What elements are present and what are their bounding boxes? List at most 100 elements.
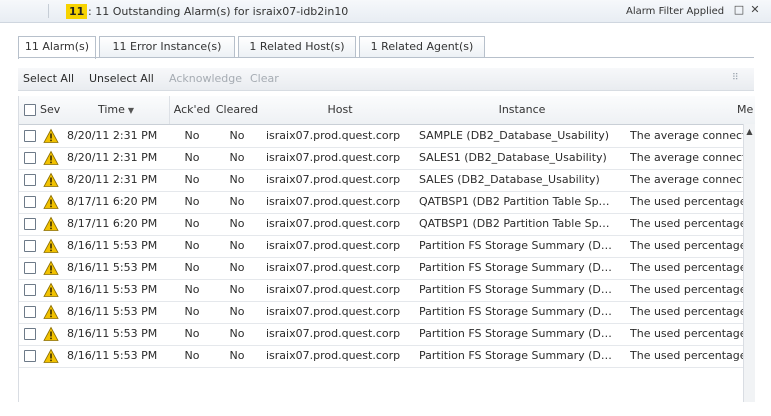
column-header-message[interactable]: Me [737,96,755,124]
table-row[interactable]: 8/16/11 5:53 PM No No israix07.prod.quest.c… [19,345,755,368]
tab-alarms[interactable]: 11 Alarm(s) [18,36,96,59]
table-row[interactable]: 8/16/11 5:53 PM No No israix07.prod.quest.c… [19,235,755,258]
host-cell: israix07.prod.quest.corp [266,261,401,274]
tab-label: 1 Related Agent(s) [370,40,474,53]
alarm-table: Sev Time ▼ Ack'ed Cleared Host Instance M… [18,96,755,402]
host-cell: israix07.prod.quest.corp [266,239,401,252]
window-title: : 11 Outstanding Alarm(s) for israix07-i… [88,5,349,18]
warning-triangle-icon [43,348,59,363]
clear-button[interactable]: Clear [250,72,279,86]
unselect-all-button[interactable]: Unselect All [89,72,154,86]
table-row[interactable]: 8/17/11 6:20 PM No No israix07.prod.quest.c… [19,213,755,236]
acked-cell: No [184,261,200,274]
tab-related-agents[interactable]: 1 Related Agent(s) [359,36,485,57]
table-row[interactable]: 8/20/11 2:31 PM No No israix07.prod.quest.c… [19,125,755,148]
column-header-acked[interactable]: Ack'ed [171,96,213,124]
cleared-cell: No [229,349,245,362]
warning-triangle-icon [43,304,59,319]
time-cell: 8/17/11 6:20 PM [67,195,158,208]
vertical-scrollbar[interactable]: ▲ [743,124,755,402]
message-cell: The used percentage [630,261,744,274]
alarm-count-badge: 11 [66,4,88,19]
cleared-cell: No [229,173,245,186]
warning-triangle-icon [43,326,59,341]
table-row[interactable]: 8/16/11 5:53 PM No No israix07.prod.quest.c… [19,323,755,346]
host-cell: israix07.prod.quest.corp [266,217,401,230]
instance-cell: Partition FS Storage Summary (D… [419,327,612,340]
instance-cell: QATBSP1 (DB2 Partition Table Sp… [419,217,610,230]
message-cell: The used percentage [630,195,744,208]
column-header-sev[interactable]: Sev [40,96,60,124]
alarm-toolbar: Select All Unselect All Acknowledge Clea… [18,68,754,91]
host-cell: israix07.prod.quest.corp [266,129,401,142]
warning-triangle-icon [43,238,59,253]
column-header-cleared[interactable]: Cleared [213,96,261,124]
host-cell: israix07.prod.quest.corp [266,195,401,208]
row-checkbox[interactable] [24,328,36,340]
time-cell: 8/20/11 2:31 PM [67,173,158,186]
tab-related-hosts[interactable]: 1 Related Host(s) [238,36,356,57]
warning-triangle-icon [43,282,59,297]
host-cell: israix07.prod.quest.corp [266,305,401,318]
tab-label: 11 Alarm(s) [24,40,90,53]
row-checkbox[interactable] [24,306,36,318]
time-cell: 8/20/11 2:31 PM [67,151,158,164]
row-checkbox[interactable] [24,218,36,230]
select-all-button[interactable]: Select All [23,72,74,86]
host-cell: israix07.prod.quest.corp [266,173,401,186]
instance-cell: QATBSP1 (DB2 Partition Table Sp… [419,195,610,208]
host-cell: israix07.prod.quest.corp [266,349,401,362]
acked-cell: No [184,283,200,296]
cleared-cell: No [229,151,245,164]
instance-cell: Partition FS Storage Summary (D… [419,305,612,318]
row-checkbox[interactable] [24,284,36,296]
cleared-cell: No [229,195,245,208]
table-row[interactable]: 8/20/11 2:31 PM No No israix07.prod.quest.c… [19,147,755,170]
warning-triangle-icon [43,216,59,231]
close-icon[interactable]: ✕ [749,3,761,17]
restore-icon[interactable]: □ [733,3,745,17]
sort-descending-icon: ▼ [127,106,135,115]
row-checkbox[interactable] [24,350,36,362]
acked-cell: No [184,217,200,230]
column-header-host[interactable]: Host [263,96,417,124]
row-checkbox[interactable] [24,174,36,186]
cleared-cell: No [229,239,245,252]
warning-triangle-icon [43,128,59,143]
table-row[interactable]: 8/17/11 6:20 PM No No israix07.prod.quest.c… [19,191,755,214]
table-row[interactable]: 8/20/11 2:31 PM No No israix07.prod.quest.c… [19,169,755,192]
table-row[interactable]: 8/16/11 5:53 PM No No israix07.prod.quest.c… [19,301,755,324]
instance-cell: SAMPLE (DB2_Database_Usability) [419,129,609,142]
row-checkbox[interactable] [24,152,36,164]
acked-cell: No [184,239,200,252]
acked-cell: No [184,173,200,186]
table-row[interactable]: 8/16/11 5:53 PM No No israix07.prod.quest.c… [19,279,755,302]
select-all-checkbox[interactable] [24,104,36,116]
row-checkbox[interactable] [24,130,36,142]
column-header-time[interactable]: Time ▼ [63,96,170,124]
warning-triangle-icon [43,150,59,165]
alarm-filter-status[interactable]: Alarm Filter Applied [626,4,724,19]
instance-cell: SALES1 (DB2_Database_Usability) [419,151,607,164]
instance-cell: Partition FS Storage Summary (D… [419,239,612,252]
acknowledge-button[interactable]: Acknowledge [169,72,242,86]
scroll-up-icon[interactable]: ▲ [744,126,755,138]
tab-strip-baseline [18,57,754,58]
cleared-cell: No [229,217,245,230]
row-checkbox[interactable] [24,240,36,252]
tab-error-instances[interactable]: 11 Error Instance(s) [99,36,235,57]
grip-icon[interactable]: ⠿ [732,73,739,83]
cleared-cell: No [229,261,245,274]
warning-triangle-icon [43,172,59,187]
message-cell: The used percentage [630,217,744,230]
column-header-instance[interactable]: Instance [419,96,625,124]
message-cell: The average connecti [630,129,744,142]
table-row[interactable]: 8/16/11 5:53 PM No No israix07.prod.quest.c… [19,257,755,280]
row-checkbox[interactable] [24,262,36,274]
column-header-time-label: Time [97,103,125,116]
row-checkbox[interactable] [24,196,36,208]
instance-cell: Partition FS Storage Summary (D… [419,261,612,274]
time-cell: 8/16/11 5:53 PM [67,305,158,318]
host-cell: israix07.prod.quest.corp [266,151,401,164]
instance-cell: Partition FS Storage Summary (D… [419,283,612,296]
